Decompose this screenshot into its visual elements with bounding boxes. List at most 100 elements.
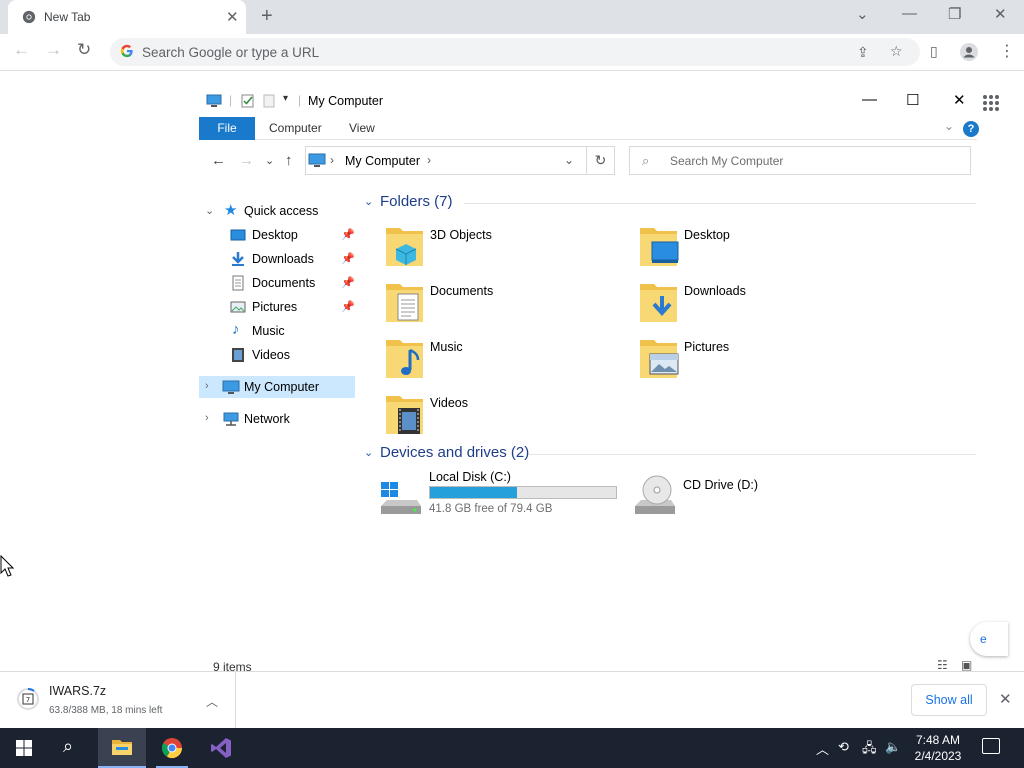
explorer-forward-icon[interactable]: → xyxy=(239,152,254,169)
navigation-pane: ⌄ ★ Quick access Desktop 📌 Downloads 📌 D… xyxy=(199,198,355,428)
side-panel-icon[interactable]: ▯ xyxy=(930,43,938,60)
window-title: My Computer xyxy=(308,94,384,108)
nav-item-desktop[interactable]: Desktop 📌 xyxy=(199,224,355,246)
ribbon-tab-computer[interactable]: Computer xyxy=(269,121,322,135)
new-folder-icon[interactable] xyxy=(263,94,275,108)
close-window-icon[interactable]: ✕ xyxy=(994,5,1007,23)
pin-icon[interactable]: 📌 xyxy=(341,300,355,313)
refresh-icon[interactable]: ↻ xyxy=(587,146,615,175)
folder-3d-objects[interactable]: 3D Objects xyxy=(384,224,624,274)
download-item[interactable]: 7 IWARS.7z 63.8/388 MB, 18 mins left ︿ xyxy=(0,672,236,728)
restore-icon[interactable]: ❐ xyxy=(948,5,961,23)
show-hidden-icons-icon[interactable]: ︿ xyxy=(816,739,829,758)
3d-objects-folder-icon xyxy=(386,228,423,266)
omnibox-input[interactable] xyxy=(142,43,842,61)
pin-icon[interactable]: 📌 xyxy=(341,276,355,289)
nav-item-downloads[interactable]: Downloads 📌 xyxy=(199,248,355,270)
drive-usage-bar xyxy=(429,486,617,499)
nav-my-computer[interactable]: › My Computer xyxy=(199,376,355,398)
sync-status-icon[interactable]: ⟲ xyxy=(838,739,849,755)
folder-documents[interactable]: Documents xyxy=(384,280,624,330)
back-icon[interactable]: ← xyxy=(13,40,30,60)
drive-cd-d[interactable]: CD Drive (D:) xyxy=(633,470,883,520)
nav-item-videos[interactable]: Videos xyxy=(199,344,355,366)
folder-videos[interactable]: Videos xyxy=(384,392,624,442)
share-icon[interactable]: ⇪ xyxy=(857,44,869,61)
cd-drive-icon xyxy=(635,475,675,514)
folder-desktop[interactable]: Desktop xyxy=(638,224,878,274)
menu-kebab-icon[interactable]: ⋮ xyxy=(999,41,1015,61)
minimize-icon[interactable]: — xyxy=(902,5,917,22)
forward-icon[interactable]: → xyxy=(45,40,62,60)
ribbon-expand-icon[interactable]: ⌄ xyxy=(944,119,954,133)
breadcrumb-chevron-icon[interactable]: › xyxy=(330,153,334,167)
archive-file-icon: 7 xyxy=(17,688,39,710)
recent-locations-icon[interactable]: ⌄ xyxy=(265,154,274,167)
drives-section-header[interactable]: ⌄ Devices and drives (2) xyxy=(364,444,976,464)
ribbon-tab-file[interactable]: File xyxy=(199,117,255,140)
taskbar-visual-studio[interactable] xyxy=(197,728,245,768)
folder-downloads[interactable]: Downloads xyxy=(638,280,878,330)
show-all-button[interactable]: Show all xyxy=(911,684,987,716)
explorer-back-icon[interactable]: ← xyxy=(211,152,226,169)
search-icon[interactable]: ⌕ xyxy=(63,736,73,757)
collapse-chevron-icon[interactable]: ⌄ xyxy=(205,204,214,217)
up-icon[interactable]: ↑ xyxy=(285,152,293,169)
expand-chevron-icon[interactable]: › xyxy=(205,380,209,392)
pin-icon[interactable]: 📌 xyxy=(341,252,355,265)
customize-button-partial[interactable]: e xyxy=(970,622,1008,656)
network-icon[interactable]: 🖧 xyxy=(862,739,877,761)
close-download-shelf-icon[interactable]: ✕ xyxy=(999,690,1012,708)
computer-icon xyxy=(308,153,326,167)
profile-icon[interactable] xyxy=(960,43,978,61)
nav-item-pictures[interactable]: Pictures 📌 xyxy=(199,296,355,318)
pin-icon[interactable]: 📌 xyxy=(341,228,355,241)
downloads-folder-icon xyxy=(640,284,677,322)
expand-chevron-icon[interactable]: › xyxy=(205,412,209,424)
folder-pictures[interactable]: Pictures xyxy=(638,336,878,386)
taskbar-chrome[interactable] xyxy=(148,728,196,768)
nav-item-documents[interactable]: Documents 📌 xyxy=(199,272,355,294)
explorer-minimize-icon[interactable]: — xyxy=(862,91,877,108)
large-icons-view-icon[interactable]: ▣ xyxy=(961,658,972,672)
ribbon-tab-view[interactable]: View xyxy=(349,121,375,135)
omnibox[interactable]: ⇪ ☆ xyxy=(110,38,920,66)
nav-item-music[interactable]: ♪ Music xyxy=(199,320,355,342)
nav-quick-access[interactable]: ⌄ ★ Quick access xyxy=(199,200,355,222)
svg-text:7: 7 xyxy=(26,696,30,704)
volume-icon[interactable]: 🔈 xyxy=(885,739,901,755)
explorer-search-input[interactable] xyxy=(670,153,960,169)
search-icon: ⌕ xyxy=(642,153,650,168)
nav-network[interactable]: › Network xyxy=(199,408,355,430)
explorer-close-icon[interactable]: ✕ xyxy=(953,91,966,109)
properties-icon[interactable] xyxy=(241,94,255,108)
download-options-icon[interactable]: ︿ xyxy=(206,693,218,710)
documents-icon xyxy=(232,275,244,291)
reload-icon[interactable]: ↻ xyxy=(77,40,91,60)
address-row: ← → ⌄ ↑ › My Computer › ⌄ ↻ ⌕ xyxy=(199,146,1009,176)
breadcrumb-chevron-icon[interactable]: › xyxy=(427,153,431,167)
address-bar[interactable]: › My Computer › ⌄ xyxy=(305,146,587,175)
taskbar-file-explorer[interactable] xyxy=(98,728,146,768)
taskbar-clock[interactable]: 7:48 AM 2/4/2023 xyxy=(900,732,976,764)
google-icon xyxy=(120,44,133,58)
details-view-icon[interactable]: ☷ xyxy=(937,658,948,672)
drive-local-disk-c[interactable]: Local Disk (C:) 41.8 GB free of 79.4 GB xyxy=(379,470,629,520)
tab-search-icon[interactable]: ⌄ xyxy=(856,5,869,23)
notifications-icon[interactable] xyxy=(982,738,1000,754)
address-dropdown-icon[interactable]: ⌄ xyxy=(564,153,574,167)
bookmark-star-icon[interactable]: ☆ xyxy=(890,43,903,60)
help-icon[interactable]: ? xyxy=(963,121,979,137)
tab-close-icon[interactable]: ✕ xyxy=(226,8,239,26)
explorer-search[interactable]: ⌕ xyxy=(629,146,971,175)
tab-new-tab[interactable]: New Tab ✕ xyxy=(8,0,246,34)
windows-start-icon[interactable] xyxy=(16,740,32,756)
breadcrumb-my-computer[interactable]: My Computer xyxy=(345,154,420,168)
folder-music[interactable]: Music xyxy=(384,336,624,386)
qat-dropdown-icon[interactable]: ▾ xyxy=(283,93,288,104)
explorer-maximize-icon[interactable]: ☐ xyxy=(906,91,919,109)
folders-section-header[interactable]: ⌄ Folders (7) xyxy=(364,193,976,213)
new-tab-button[interactable]: + xyxy=(261,5,273,28)
chrome-icon xyxy=(22,10,36,24)
apps-grid-icon[interactable] xyxy=(983,95,999,111)
